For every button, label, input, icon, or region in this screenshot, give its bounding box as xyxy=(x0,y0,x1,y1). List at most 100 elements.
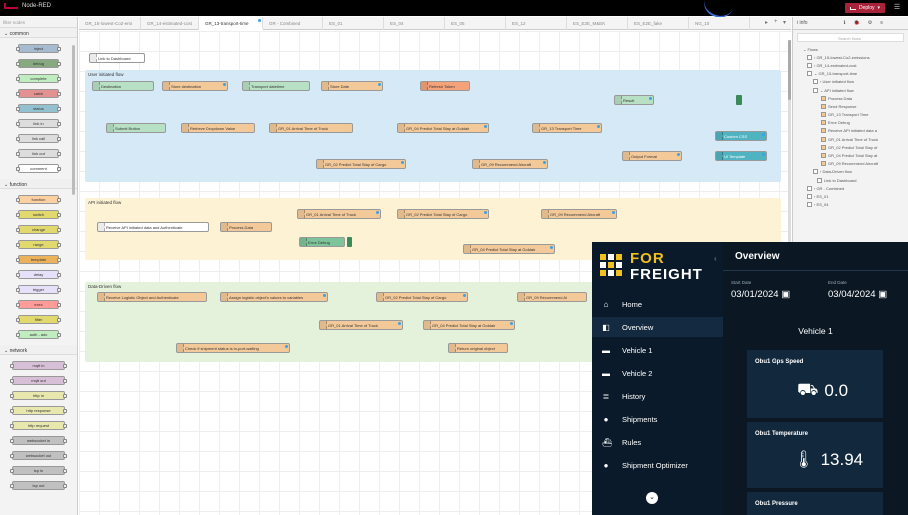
gr13-transport-time-node[interactable]: GR_13 Transport Time xyxy=(532,123,602,133)
palette-node[interactable]: http response xyxy=(10,406,67,415)
output-format-node[interactable]: Output Format xyxy=(622,151,682,161)
deploy-caret-icon[interactable]: ▾ xyxy=(878,5,881,11)
return-original-object-node[interactable]: Return original object xyxy=(448,343,508,353)
chevron-down-icon[interactable]: ⌄ xyxy=(646,492,658,504)
ui-template-node[interactable]: UI Template xyxy=(715,151,767,161)
dashboard-nav-item[interactable]: ● Shipment Optimizer xyxy=(592,455,723,475)
gr01-arrival-truck-node[interactable]: GR_01 Arrival Time of Truck xyxy=(269,123,353,133)
receive-logistic-object-node[interactable]: Receive Logistic Object and Authenticate xyxy=(97,292,207,302)
palette-node[interactable]: function xyxy=(16,195,61,204)
palette-node[interactable]: complete xyxy=(16,74,61,83)
palette-node[interactable]: mqtt out xyxy=(10,376,67,385)
calendar-icon[interactable]: ▣ xyxy=(878,289,887,300)
dashboard-nav-item[interactable]: ▬ Vehicle 1 xyxy=(592,340,723,360)
outline-tree-item[interactable]: › Data-Driven flow xyxy=(803,168,908,176)
palette-node[interactable]: debug xyxy=(16,59,61,68)
palette-node[interactable]: link in xyxy=(16,119,61,128)
outline-tree-item[interactable]: GR_13 Transport Time xyxy=(803,111,908,119)
dashboard-nav-item[interactable]: ◧ Overview xyxy=(592,317,723,337)
refresh-token-node[interactable]: Refresh Token xyxy=(420,81,470,91)
assign-logistic-values-node[interactable]: Assign logistic object's values to varia… xyxy=(220,292,328,302)
end-date-field[interactable]: End Date 03/04/2024 ▣ xyxy=(828,280,887,310)
palette-node[interactable]: http request xyxy=(10,421,67,430)
api-gr09-recommend-aircraft-node[interactable]: GR_09 Recommend Aircraft xyxy=(541,209,617,219)
destination-node[interactable]: Destination xyxy=(92,81,154,91)
palette-node[interactable]: filter xyxy=(16,315,61,324)
data-gr04-predict-goldair-node[interactable]: GR_04 Predict Total Stay at Goldair xyxy=(423,320,515,330)
gr02-predict-cargo-node[interactable]: GR_02 Predict Total Stay of Cargo xyxy=(316,159,406,169)
flow-tab[interactable]: GR - Combined xyxy=(263,17,323,30)
data-gr02-predict-cargo-node[interactable]: GR_02 Predict Total Stay of Cargo xyxy=(376,292,468,302)
gr09-recommend-aircraft-node[interactable]: GR_09 Recommend Aircraft xyxy=(472,159,548,169)
palette-node[interactable]: websocket in xyxy=(10,436,67,445)
palette-node[interactable]: delay xyxy=(16,270,61,279)
dashboard-nav-item[interactable]: ⛴ Rules xyxy=(592,432,723,452)
error-debug-toggle-icon[interactable] xyxy=(347,237,352,247)
flow-tab[interactable]: ES_E2E_M&EK xyxy=(567,17,628,30)
outline-tree-item[interactable]: › User initiated flow xyxy=(803,78,908,86)
dashboard-nav-item[interactable]: ● Shipments xyxy=(592,409,723,429)
settings-icon[interactable]: ⚙ xyxy=(868,20,872,26)
palette-node[interactable]: range xyxy=(16,240,61,249)
palette-filter-input[interactable]: filter nodes xyxy=(0,17,77,28)
check-shipment-status-node[interactable]: Check if shipment status is in-port-wait… xyxy=(176,343,290,353)
flow-list-icon[interactable]: ▾ xyxy=(783,19,786,26)
palette-node[interactable]: trigger xyxy=(16,285,61,294)
flow-tab[interactable]: ES_05 xyxy=(445,17,506,30)
sidebar-tab-info[interactable]: i info xyxy=(797,20,808,26)
process-data-node[interactable]: Process Data xyxy=(220,222,272,232)
api-gr02-predict-cargo-node[interactable]: GR_02 Predict Total Stay of Cargo xyxy=(397,209,489,219)
workspace-scroll-thumb[interactable] xyxy=(788,40,791,100)
palette-node[interactable]: catch xyxy=(16,89,61,98)
api-gr04-predict-goldair-node[interactable]: GR_04 Predict Total Stay at Goldair xyxy=(463,244,555,254)
outline-tree-item[interactable]: › GR_15-lowest-Co2-emissions xyxy=(803,53,908,61)
dashboard-nav-item[interactable]: ▬ Vehicle 2 xyxy=(592,363,723,383)
api-gr01-arrival-truck-node[interactable]: GR_01 Arrival Time of Truck xyxy=(297,209,381,219)
link-to-dashboard-node[interactable]: Link to Dashboard xyxy=(89,53,145,63)
data-gr09-recommend-node[interactable]: GR_09 Recommend Ai xyxy=(517,292,587,302)
outline-tree-item[interactable]: Send Response xyxy=(803,102,908,110)
palette-node[interactable]: tcp out xyxy=(10,481,67,490)
gr04-predict-goldair-node[interactable]: GR_04 Predict Total Stay at Goldair xyxy=(397,123,489,133)
data-gr01-arrival-truck-node[interactable]: GR_01 Arrival Time of Truck xyxy=(319,320,403,330)
outline-tree-item[interactable]: GR_01 Arrival Time of Truck xyxy=(803,135,908,143)
custom-css-node[interactable]: Custom CSS xyxy=(715,131,767,141)
info-icon[interactable]: ℹ xyxy=(844,20,846,26)
palette-node[interactable]: tcp in xyxy=(10,466,67,475)
palette-node[interactable]: inject xyxy=(16,44,61,53)
submit-button-node[interactable]: Submit Button xyxy=(106,123,166,133)
sidebar-menu-icon[interactable]: ≡ xyxy=(880,20,883,26)
outline-tree-item[interactable]: Process Data xyxy=(803,94,908,102)
palette-node[interactable]: auth - adc xyxy=(16,330,61,339)
deploy-button[interactable]: Deploy ▾ xyxy=(845,3,885,13)
result-node[interactable]: Result xyxy=(614,95,654,105)
start-date-field[interactable]: Start Date 03/01/2024 ▣ xyxy=(731,280,790,310)
palette-node[interactable]: mqtt in xyxy=(10,361,67,370)
palette-node[interactable]: http in xyxy=(10,391,67,400)
flow-tab[interactable]: GR_15-lowest-Co2-emi xyxy=(79,17,141,30)
result-toggle-icon[interactable] xyxy=(736,95,742,105)
retrieve-dropdown-node[interactable]: Retrieve Dropdown Value xyxy=(181,123,255,133)
palette-node[interactable]: exec xyxy=(16,300,61,309)
flow-tab[interactable]: NG_10 xyxy=(689,17,750,30)
palette-node[interactable]: websocket out xyxy=(10,451,67,460)
palette-category-common[interactable]: ⌄ common xyxy=(0,28,77,38)
main-menu-button[interactable]: ☰ xyxy=(890,3,904,13)
flow-tab[interactable]: ES_01 xyxy=(323,17,384,30)
dashboard-nav-item[interactable]: ⌂ Home xyxy=(592,294,723,314)
flow-tab[interactable]: ES_12 xyxy=(506,17,567,30)
store-destination-node[interactable]: Store destination xyxy=(162,81,228,91)
flow-tab[interactable]: GR_14-estimated-cost xyxy=(141,17,199,30)
outline-tree-item[interactable]: Receive API initiated data a xyxy=(803,127,908,135)
outline-tree-item[interactable]: ⌄ GR_13-transport-time xyxy=(803,70,908,78)
palette-scrollbar[interactable] xyxy=(72,45,75,195)
collapse-nav-icon[interactable]: ‹ xyxy=(714,254,717,263)
debug-icon[interactable]: 🐞 xyxy=(853,20,859,26)
outline-tree-item[interactable]: › GR - Combined xyxy=(803,184,908,192)
receive-api-node[interactable]: Receive API initiated data and Authentic… xyxy=(97,222,209,232)
outline-tree-item[interactable]: › GR_14-estimated-cost xyxy=(803,61,908,69)
palette-category-function[interactable]: ⌄ function xyxy=(0,179,77,189)
palette-node[interactable]: switch xyxy=(16,210,61,219)
outline-tree-item[interactable]: Link to Dashboard xyxy=(803,176,908,184)
outline-tree-item[interactable]: GR_02 Predict Total Stay of xyxy=(803,143,908,151)
